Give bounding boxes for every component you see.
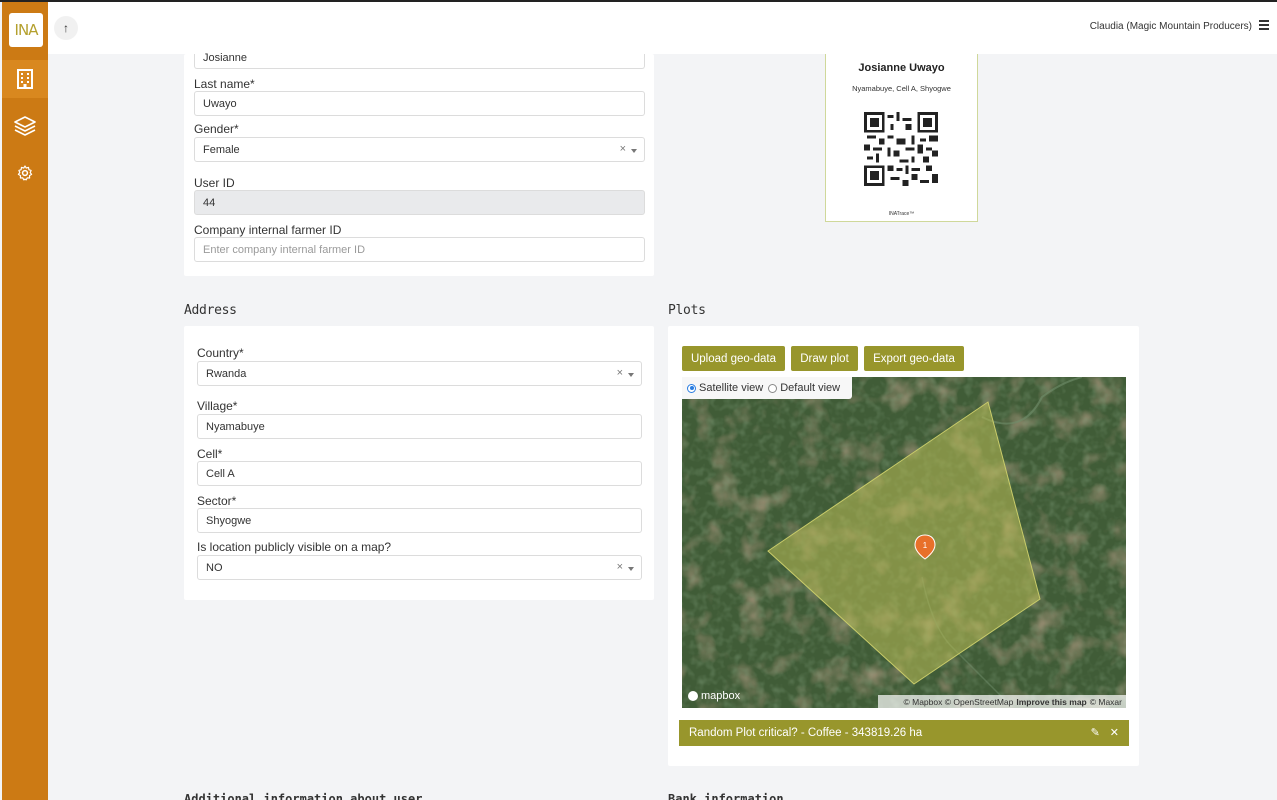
- last-name-value: Uwayo: [203, 97, 237, 110]
- company-id-label: Company internal farmer ID: [194, 223, 342, 237]
- edit-icon[interactable]: ✎: [1091, 726, 1100, 739]
- logo-text: INA: [14, 21, 39, 39]
- improve-map-link[interactable]: Improve this map: [1016, 697, 1086, 707]
- close-icon[interactable]: ✕: [1110, 726, 1119, 739]
- sector-field[interactable]: Shyogwe: [197, 508, 642, 533]
- sidebar: INA: [2, 2, 48, 800]
- gender-value: Female: [203, 143, 240, 156]
- mapbox-logo-text: mapbox: [701, 690, 741, 702]
- sector-value: Shyogwe: [206, 514, 252, 527]
- visible-value: NO: [206, 561, 223, 574]
- cell-label: Cell*: [197, 447, 223, 461]
- upload-geo-data-button[interactable]: Upload geo-data: [682, 346, 785, 371]
- additional-info-title: Additional information about user: [184, 792, 423, 800]
- layers-icon: [14, 116, 36, 136]
- mapbox-icon: [688, 691, 698, 701]
- village-field[interactable]: Nyamabuye: [197, 414, 642, 439]
- map-attribution: © Mapbox © OpenStreetMap Improve this ma…: [878, 695, 1126, 708]
- sector-label: Sector*: [197, 494, 237, 508]
- plot-map[interactable]: 1: [682, 377, 1126, 708]
- default-view-label[interactable]: Default view: [780, 382, 840, 394]
- sidebar-item-products[interactable]: [2, 107, 48, 145]
- user-id-value: 44: [203, 196, 216, 209]
- id-card-brand: INATrace™: [888, 211, 915, 217]
- country-value: Rwanda: [206, 367, 247, 380]
- user-name[interactable]: Claudia (Magic Mountain Producers): [1090, 21, 1252, 32]
- qr-code: [864, 112, 938, 186]
- cell-field[interactable]: Cell A: [197, 461, 642, 486]
- arrow-up-icon: ↑: [63, 21, 69, 35]
- satellite-imagery: 1: [682, 377, 1126, 708]
- plot-marker-label: 1: [923, 541, 928, 550]
- clear-icon[interactable]: ×: [617, 367, 623, 379]
- id-card-location: Nyamabuye, Cell A, Shyogwe: [852, 84, 951, 93]
- building-icon: [17, 69, 33, 89]
- satellite-view-radio[interactable]: [687, 383, 696, 393]
- hamburger-menu-icon[interactable]: [1259, 20, 1269, 30]
- gear-icon: [17, 165, 33, 181]
- farmer-id-card: Josianne Uwayo Nyamabuye, Cell A, Shyogw…: [825, 54, 978, 222]
- app-logo[interactable]: INA: [9, 13, 43, 47]
- attribution-mapbox-osm[interactable]: © Mapbox © OpenStreetMap: [904, 697, 1014, 707]
- company-id-placeholder: Enter company internal farmer ID: [203, 243, 366, 256]
- scroll-up-button[interactable]: ↑: [54, 16, 78, 40]
- plot-list-item[interactable]: Random Plot critical? - Coffee - 343819.…: [679, 720, 1129, 746]
- sidebar-item-settings[interactable]: [2, 154, 48, 192]
- gender-select[interactable]: Female ×: [194, 137, 645, 162]
- user-id-field: 44: [194, 190, 645, 215]
- sidebar-item-companies[interactable]: [2, 60, 48, 98]
- plots-title: Plots: [668, 303, 706, 318]
- first-name-field[interactable]: Josianne: [194, 52, 645, 69]
- chevron-down-icon: [631, 149, 637, 153]
- bank-info-title: Bank information: [668, 792, 784, 800]
- last-name-field[interactable]: Uwayo: [194, 91, 645, 116]
- mapbox-logo[interactable]: mapbox: [688, 690, 740, 702]
- user-id-label: User ID: [194, 176, 235, 190]
- draw-plot-button[interactable]: Draw plot: [791, 346, 858, 371]
- gender-label: Gender*: [194, 122, 239, 136]
- company-id-field[interactable]: Enter company internal farmer ID: [194, 237, 645, 262]
- clear-icon[interactable]: ×: [617, 561, 623, 573]
- address-title: Address: [184, 303, 237, 318]
- default-view-radio[interactable]: [768, 383, 778, 393]
- id-card-name: Josianne Uwayo: [858, 62, 945, 74]
- village-label: Village*: [197, 399, 238, 413]
- cell-value: Cell A: [206, 467, 235, 480]
- visible-label: Is location publicly visible on a map?: [197, 540, 392, 554]
- plot-list-item-label: Random Plot critical? - Coffee - 343819.…: [689, 727, 923, 739]
- map-view-toggle: Satellite view Default view: [682, 377, 852, 399]
- attribution-maxar[interactable]: © Maxar: [1090, 697, 1122, 707]
- country-select[interactable]: Rwanda ×: [197, 361, 642, 386]
- top-header: ↑ Claudia (Magic Mountain Producers): [48, 2, 1277, 54]
- satellite-view-label[interactable]: Satellite view: [699, 382, 763, 394]
- last-name-label: Last name*: [194, 77, 255, 91]
- first-name-value: Josianne: [203, 52, 248, 64]
- village-value: Nyamabuye: [206, 420, 265, 433]
- clear-icon[interactable]: ×: [620, 143, 626, 155]
- chevron-down-icon: [628, 567, 634, 571]
- visible-select[interactable]: NO ×: [197, 555, 642, 580]
- chevron-down-icon: [628, 373, 634, 377]
- country-label: Country*: [197, 346, 244, 360]
- export-geo-data-button[interactable]: Export geo-data: [864, 346, 964, 371]
